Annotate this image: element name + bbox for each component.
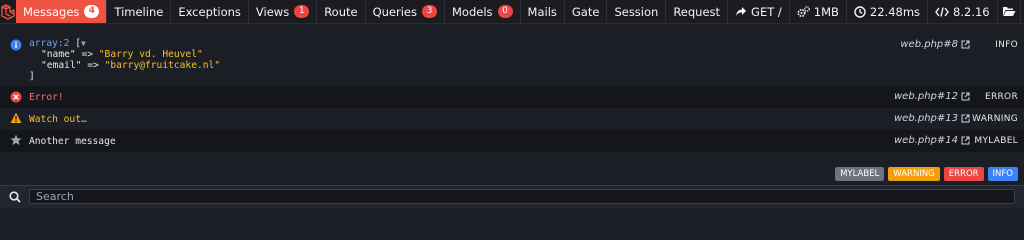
message-row-warning: Watch out… web.php#13 WARNING (0, 108, 1024, 130)
tab-label: Session (614, 4, 659, 19)
external-link-icon (961, 92, 970, 101)
dump-arrow: => (87, 60, 99, 71)
tab-label: Request (673, 4, 721, 19)
share-icon (736, 7, 747, 16)
dump-value-email: "barry@fruitcake.nl" (104, 60, 221, 71)
php-version-label: 8.2.16 (953, 4, 990, 19)
memory-label: 1MB (813, 4, 839, 19)
tab-label: Mails (527, 4, 557, 19)
tab-label: Messages (23, 4, 80, 19)
file-link[interactable]: web.php#13 (894, 113, 970, 124)
filter-info[interactable]: INFO (987, 167, 1018, 181)
tab-exceptions[interactable]: Exceptions (171, 0, 249, 23)
search-icon (9, 191, 21, 203)
open-folder-button[interactable] (996, 0, 1020, 23)
file-link[interactable]: web.php#14 (894, 135, 970, 146)
info-circle-icon (10, 39, 22, 51)
clock-icon (854, 5, 866, 18)
tab-label: Models (452, 4, 493, 19)
label-filters: MYLABEL WARNING ERROR INFO (835, 167, 1018, 181)
laravel-logo-icon[interactable] (0, 0, 16, 23)
tab-label: Route (324, 4, 358, 19)
minimize-button[interactable] (1019, 0, 1024, 23)
tab-models[interactable]: Models 0 (445, 0, 521, 23)
message-label: WARNING (971, 114, 1018, 124)
debugbar-header: Messages 4 Timeline Exceptions Views 1 R… (0, 0, 1024, 24)
message-label: MYLABEL (974, 136, 1018, 146)
file-link-label: web.php#12 (894, 91, 958, 102)
tab-label: Timeline (114, 4, 164, 19)
star-icon (10, 134, 22, 145)
tab-request[interactable]: Request (666, 0, 727, 23)
filter-warning[interactable]: WARNING (888, 167, 940, 181)
warning-triangle-icon (10, 112, 22, 123)
count-badge: 4 (84, 5, 100, 18)
tab-label: Queries (372, 4, 417, 19)
dump-key-email: "email" (41, 60, 82, 71)
count-badge: 0 (497, 5, 513, 18)
message-label: INFO (995, 40, 1018, 50)
php-version-indicator[interactable]: 8.2.16 (927, 0, 997, 23)
dump-type: array:2 (29, 38, 70, 49)
tab-label: Views (255, 4, 290, 19)
file-link-label: web.php#13 (894, 113, 958, 124)
folder-open-icon (1002, 7, 1016, 16)
tab-session[interactable]: Session (607, 0, 667, 23)
dump-value-name: "Barry vd. Heuvel" (98, 49, 203, 60)
search-input[interactable] (29, 189, 1015, 204)
tab-route[interactable]: Route (317, 0, 366, 23)
code-icon (935, 6, 949, 17)
tab-timeline[interactable]: Timeline (107, 0, 172, 23)
dump-arrow: => (81, 49, 93, 60)
dump-key-name: "name" (41, 49, 76, 60)
dump-close-bracket: ] (29, 71, 35, 82)
request-label: GET / (751, 4, 782, 19)
cogs-icon (797, 5, 810, 17)
var-dump: array:2 [▼ "name" => "Barry vd. Heuvel" … (29, 38, 220, 82)
message-text: Watch out… (29, 114, 87, 125)
file-link[interactable]: web.php#8 (900, 39, 970, 50)
message-row-error: Error! web.php#12 ERROR (0, 86, 1024, 108)
external-link-icon (961, 136, 970, 145)
message-row-info: array:2 [▼ "name" => "Barry vd. Heuvel" … (0, 36, 1024, 84)
tab-gate[interactable]: Gate (565, 0, 608, 23)
filter-error[interactable]: ERROR (943, 167, 984, 181)
tab-queries[interactable]: Queries 3 (366, 0, 445, 23)
filter-mylabel[interactable]: MYLABEL (835, 167, 885, 181)
file-link[interactable]: web.php#12 (894, 91, 970, 102)
message-text: Error! (29, 92, 64, 103)
message-text: Another message (29, 136, 116, 147)
tab-label: Gate (571, 4, 600, 19)
external-link-icon (961, 114, 970, 123)
message-label: ERROR (984, 92, 1018, 102)
count-badge: 1 (294, 5, 310, 18)
memory-indicator[interactable]: 1MB (788, 0, 846, 23)
time-indicator[interactable]: 22.48ms (845, 0, 927, 23)
tab-messages[interactable]: Messages 4 (16, 0, 108, 23)
tab-mails[interactable]: Mails (521, 0, 565, 23)
file-link-label: web.php#14 (894, 135, 958, 146)
search-bar (0, 185, 1024, 208)
message-row-mylabel: Another message web.php#14 MYLABEL (0, 130, 1024, 152)
tab-views[interactable]: Views 1 (249, 0, 318, 23)
error-circle-icon (10, 91, 22, 103)
dump-toggle[interactable]: ▼ (81, 39, 86, 48)
count-badge: 3 (422, 5, 437, 18)
request-indicator[interactable]: GET / (727, 0, 789, 23)
external-link-icon (961, 40, 970, 49)
file-link-label: web.php#8 (900, 39, 958, 50)
time-label: 22.48ms (869, 4, 921, 19)
tab-label: Exceptions (178, 4, 241, 19)
